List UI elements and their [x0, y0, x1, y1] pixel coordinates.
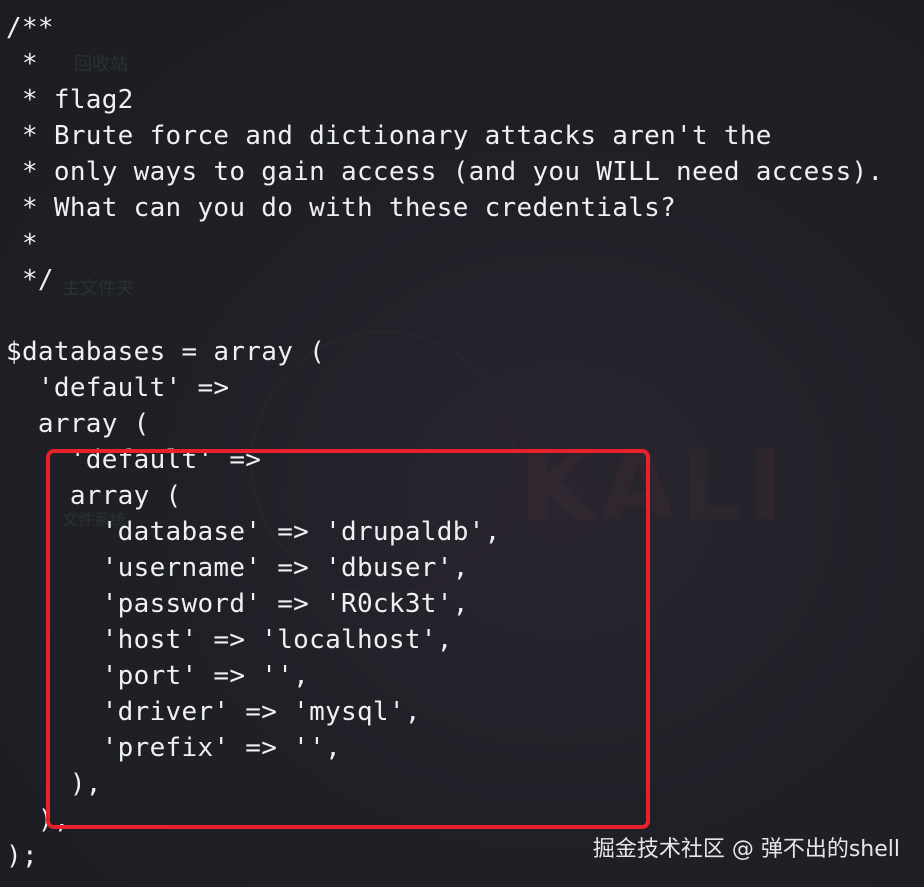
- code-line: *: [6, 229, 38, 259]
- code-line: * What can you do with these credentials…: [6, 193, 677, 223]
- code-line: 'default' =>: [6, 373, 230, 403]
- code-line: * Brute force and dictionary attacks are…: [6, 121, 772, 151]
- code-line: */: [6, 265, 54, 295]
- watermark: 掘金技术社区 @ 弹不出的shell: [592, 837, 900, 862]
- code-line: * only ways to gain access (and you WILL…: [6, 157, 884, 187]
- terminal-window: 回收站 主文件夹 文件系统 KALI /** * * flag2 * Brute…: [0, 0, 924, 887]
- credentials-highlight-box: [46, 449, 650, 829]
- code-line: * flag2: [6, 85, 134, 115]
- code-line: /**: [6, 13, 54, 43]
- code-line: $databases = array (: [6, 337, 326, 367]
- code-line: *: [6, 49, 38, 79]
- code-line: array (: [6, 409, 150, 439]
